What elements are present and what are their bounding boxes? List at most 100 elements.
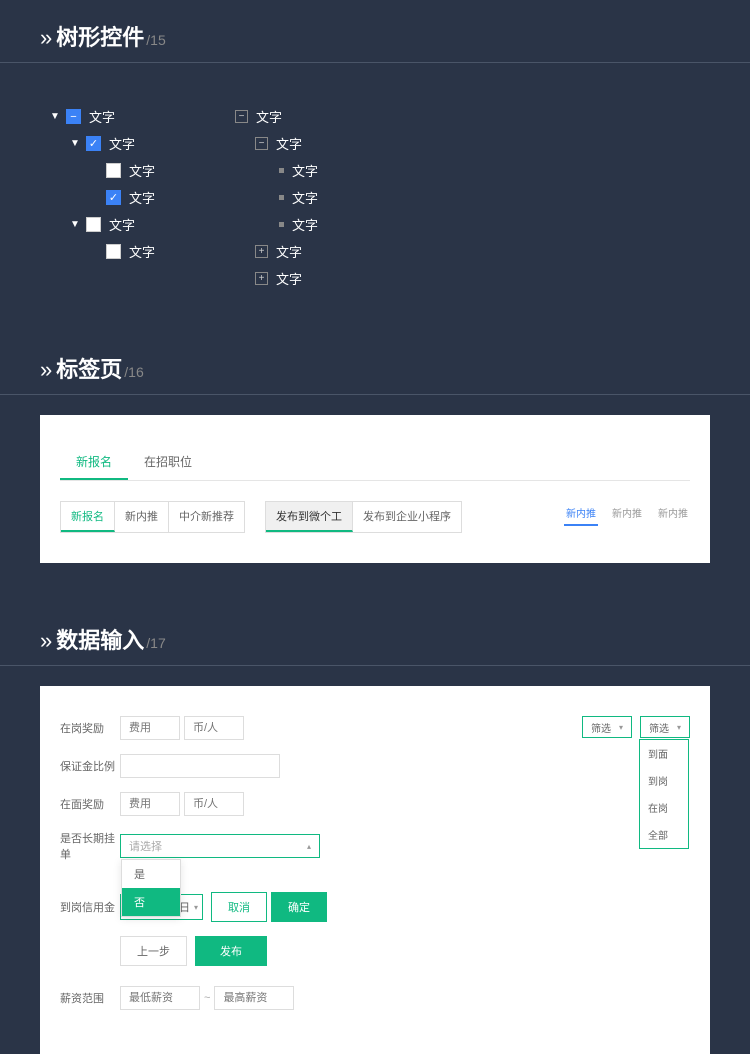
tree-node[interactable]: + 文字 [255, 238, 318, 265]
tabs-demo-panel: 新报名 在招职位 新报名 新内推 中介新推荐 发布到微个工 发布到企业小程序 新… [40, 415, 710, 563]
tree-label: 文字 [256, 107, 282, 126]
filter-select-open[interactable]: 筛选 ▾ 到面 到岗 在岗 全部 [640, 716, 690, 738]
filter-controls: 筛选 ▾ 筛选 ▾ 到面 到岗 在岗 全部 [582, 716, 690, 738]
btn-tab[interactable]: 中介新推荐 [169, 502, 244, 532]
form-row-deposit-ratio: 保证金比例 [60, 754, 690, 778]
unit-input[interactable] [184, 792, 244, 816]
tree-label: 文字 [292, 215, 318, 234]
dropdown-option-yes[interactable]: 是 [122, 860, 180, 888]
button-tabs-filled: 发布到微个工 发布到企业小程序 [265, 501, 462, 533]
checkbox-unchecked[interactable] [86, 217, 101, 232]
tree-node[interactable]: 文字 [275, 184, 318, 211]
tree-node[interactable]: ▼ ✓ 文字 [70, 130, 155, 157]
select-longterm[interactable]: 请选择 ▴ 是 否 [120, 834, 320, 858]
tree-node[interactable]: − 文字 [255, 130, 318, 157]
unit-input[interactable] [184, 716, 244, 740]
tree-node[interactable]: ✓ 文字 [90, 184, 155, 211]
filter-select-closed[interactable]: 筛选 ▾ [582, 716, 632, 738]
caret-down-icon[interactable]: ▼ [50, 111, 60, 122]
caret-down-icon[interactable]: ▼ [70, 138, 80, 149]
tree-label: 文字 [109, 134, 135, 153]
tab-open-positions[interactable]: 在招职位 [128, 445, 208, 480]
publish-button[interactable]: 发布 [195, 936, 267, 966]
prev-button[interactable]: 上一步 [120, 936, 187, 966]
checkbox-checked[interactable]: ✓ [86, 136, 101, 151]
confirm-button[interactable]: 确定 [271, 892, 327, 922]
tree-label: 文字 [276, 242, 302, 261]
section-number: /15 [146, 32, 165, 48]
tree-label: 文字 [129, 188, 155, 207]
filter-dropdown: 到面 到岗 在岗 全部 [639, 739, 689, 849]
filter-option[interactable]: 到岗 [640, 767, 688, 794]
btn-tab[interactable]: 新报名 [61, 502, 115, 532]
form-row-interview-reward: 在面奖励 [60, 792, 690, 816]
mini-tab[interactable]: 新内推 [610, 501, 644, 526]
section-header-tree: » 树形控件 /15 [0, 0, 750, 63]
chevron-icon: » [40, 628, 48, 654]
filter-option[interactable]: 全部 [640, 821, 688, 848]
filter-option[interactable]: 到面 [640, 740, 688, 767]
min-salary-input[interactable] [120, 986, 200, 1010]
tree-label: 文字 [109, 215, 135, 234]
tree-label: 文字 [89, 107, 115, 126]
tree-checkbox-style: ▼ − 文字 ▼ ✓ 文字 文字 ✓ 文字 ▼ 文字 文字 [50, 103, 155, 292]
ratio-input[interactable] [120, 754, 280, 778]
caret-down-icon[interactable]: ▼ [70, 219, 80, 230]
tree-node[interactable]: − 文字 [235, 103, 318, 130]
tree-label: 文字 [276, 269, 302, 288]
tree-node[interactable]: + 文字 [255, 265, 318, 292]
button-tabs-outline: 新报名 新内推 中介新推荐 [60, 501, 245, 533]
btn-tab[interactable]: 发布到企业小程序 [353, 502, 461, 532]
tree-node[interactable]: 文字 [90, 238, 155, 265]
tree-node[interactable]: ▼ 文字 [70, 211, 155, 238]
form-label: 在岗奖励 [60, 720, 120, 736]
tree-label: 文字 [129, 161, 155, 180]
tree-node[interactable]: 文字 [275, 157, 318, 184]
btn-tab[interactable]: 发布到微个工 [266, 502, 353, 532]
chevron-down-icon: ▾ [677, 723, 681, 732]
range-separator: ~ [204, 992, 210, 1004]
chevron-down-icon: ▾ [194, 903, 198, 912]
fee-input[interactable] [120, 716, 180, 740]
dropdown-option-no[interactable]: 否 [122, 888, 180, 916]
form-row-salary: 薪资范围 ~ [60, 986, 690, 1010]
tree-node[interactable]: 文字 [275, 211, 318, 238]
section-header-tabs: » 标签页 /16 [0, 332, 750, 395]
checkbox-indeterminate[interactable]: − [66, 109, 81, 124]
expand-icon[interactable]: + [255, 245, 268, 258]
mini-tab[interactable]: 新内推 [564, 501, 598, 526]
select-placeholder: 请选择 [129, 838, 162, 854]
tree-label: 文字 [292, 188, 318, 207]
tab-variants-row: 新报名 新内推 中介新推荐 发布到微个工 发布到企业小程序 新内推 新内推 新内… [60, 501, 690, 533]
max-salary-input[interactable] [214, 986, 294, 1010]
dot-icon [279, 195, 284, 200]
tree-node[interactable]: 文字 [90, 157, 155, 184]
btn-tab[interactable]: 新内推 [115, 502, 169, 532]
dropdown-popup: 是 否 [121, 859, 181, 917]
form-label: 在面奖励 [60, 796, 120, 812]
fee-input[interactable] [120, 792, 180, 816]
mini-tab[interactable]: 新内推 [656, 501, 690, 526]
tree-expand-style: − 文字 − 文字 文字 文字 文字 + 文字 + 文字 [235, 103, 318, 292]
day-select[interactable]: 日▾ [179, 899, 198, 915]
cancel-button[interactable]: 取消 [211, 892, 267, 922]
checkbox-unchecked[interactable] [106, 244, 121, 259]
checkbox-checked[interactable]: ✓ [106, 190, 121, 205]
collapse-icon[interactable]: − [235, 110, 248, 123]
checkbox-unchecked[interactable] [106, 163, 121, 178]
tree-node[interactable]: ▼ − 文字 [50, 103, 155, 130]
form-label: 是否长期挂单 [60, 830, 120, 862]
section-title: 数据输入 [56, 623, 144, 655]
mini-tabs: 新内推 新内推 新内推 [564, 501, 690, 526]
tree-label: 文字 [129, 242, 155, 261]
tree-label: 文字 [276, 134, 302, 153]
form-demo-panel: 筛选 ▾ 筛选 ▾ 到面 到岗 在岗 全部 在岗奖励 保证金比例 在面奖励 是否… [40, 686, 710, 1054]
section-title: 标签页 [56, 352, 122, 384]
filter-option[interactable]: 在岗 [640, 794, 688, 821]
expand-icon[interactable]: + [255, 272, 268, 285]
section-header-input: » 数据输入 /17 [0, 603, 750, 666]
section-title: 树形控件 [56, 20, 144, 52]
dot-icon [279, 168, 284, 173]
tab-new-signup[interactable]: 新报名 [60, 445, 128, 480]
collapse-icon[interactable]: − [255, 137, 268, 150]
